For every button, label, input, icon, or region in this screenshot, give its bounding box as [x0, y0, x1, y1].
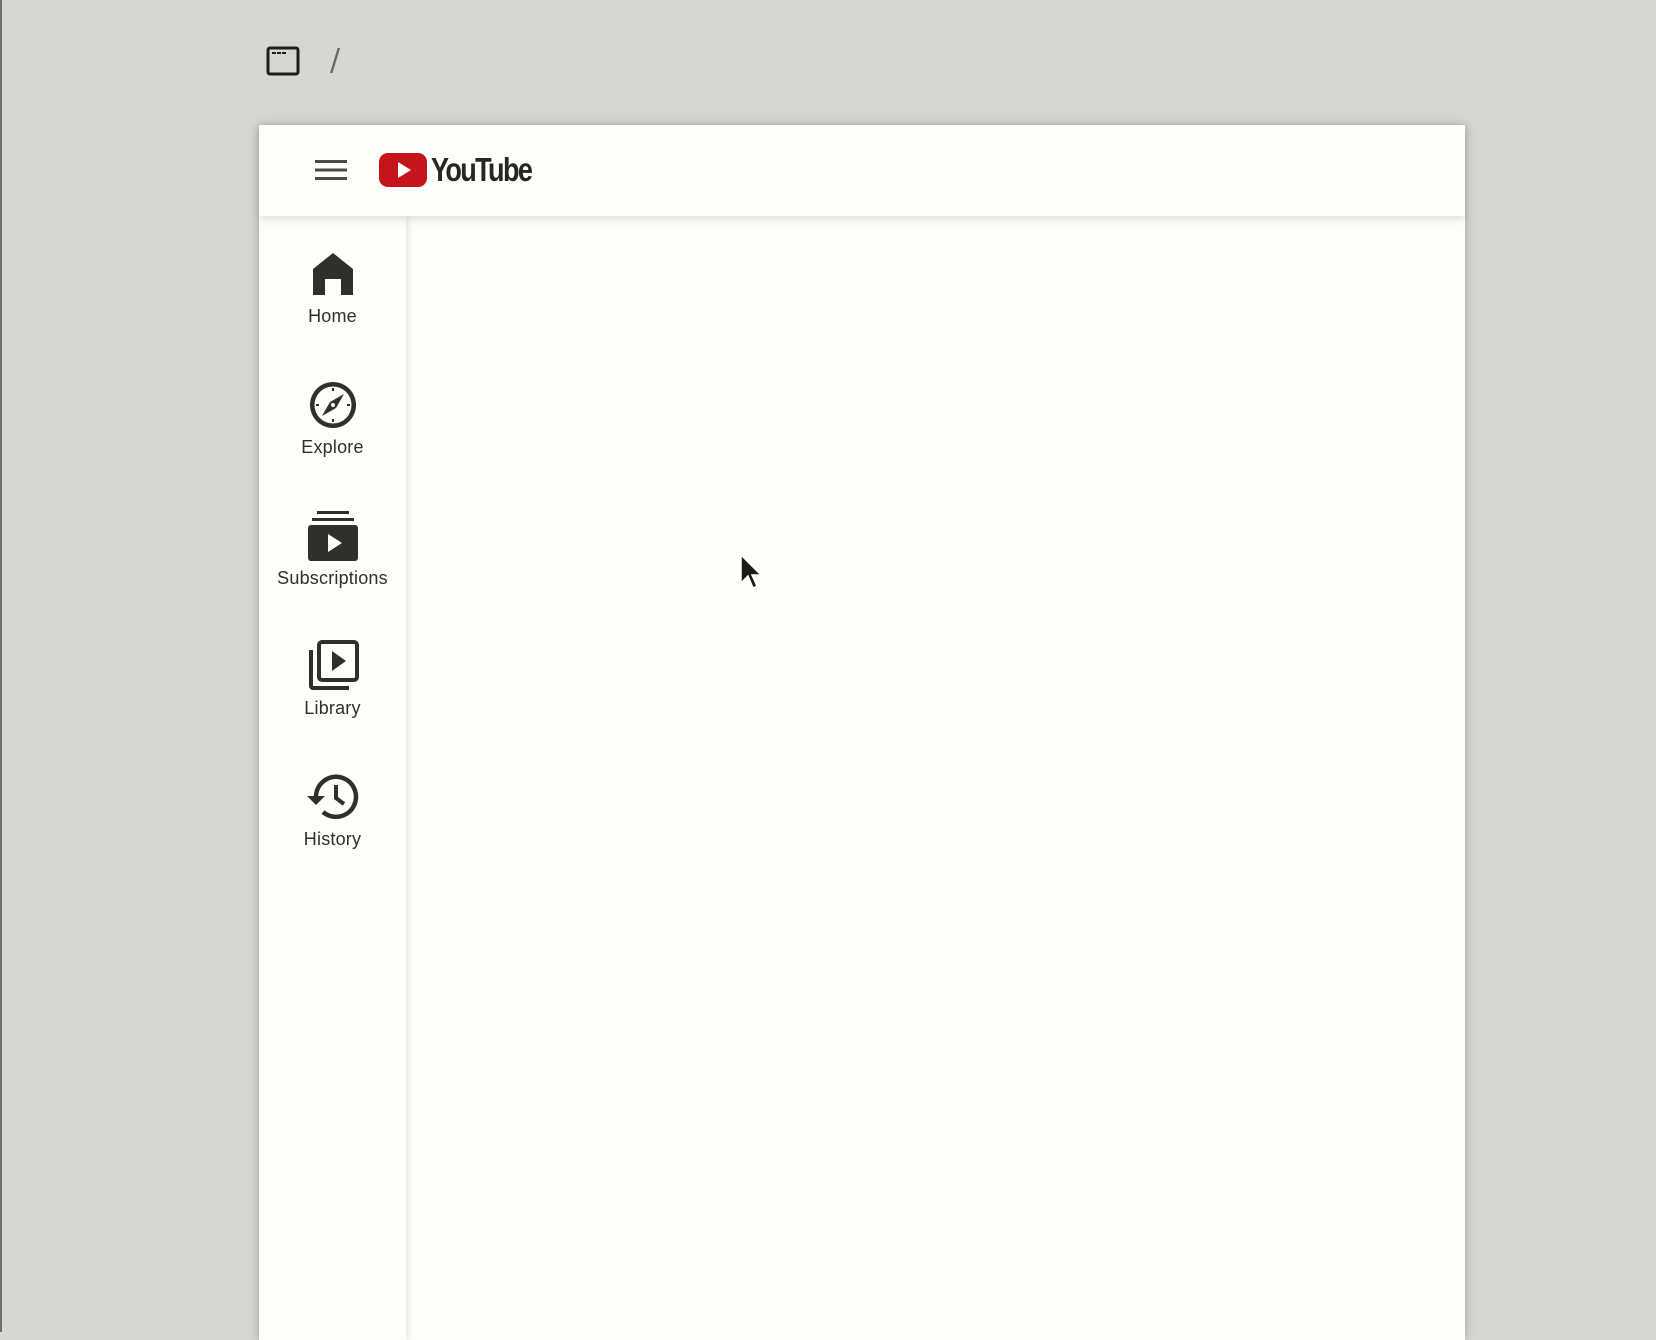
youtube-logo-text: YouTube — [431, 151, 533, 188]
sidebar-item-home[interactable]: Home — [259, 246, 406, 356]
sidebar-item-explore[interactable]: Explore — [259, 377, 406, 487]
subscriptions-icon — [305, 508, 361, 564]
sidebar-item-label: Home — [308, 306, 357, 326]
sidebar-item-label: Subscriptions — [277, 568, 388, 588]
breadcrumb-separator: / — [330, 43, 341, 78]
sidebar-item-history[interactable]: History — [259, 769, 406, 879]
sidebar-item-subscriptions[interactable]: Subscriptions — [259, 508, 406, 618]
library-icon — [305, 638, 361, 694]
home-icon — [305, 246, 361, 302]
top-bar: YouTube — [259, 125, 1465, 216]
window-left-edge — [0, 0, 2, 1332]
window-icon[interactable] — [266, 44, 300, 78]
breadcrumb: / — [266, 44, 340, 78]
youtube-logo[interactable]: YouTube — [379, 152, 553, 188]
main-content-area[interactable] — [406, 216, 1465, 1340]
sidebar-item-label: Library — [304, 698, 361, 718]
sidebar-item-label: History — [303, 829, 362, 849]
mouse-cursor-icon — [739, 553, 763, 591]
hamburger-menu-button[interactable] — [309, 148, 353, 192]
hamburger-menu-icon — [315, 160, 347, 180]
sidebar: Home Explore Subscriptions Library Histo… — [259, 216, 406, 1340]
compass-icon — [305, 377, 361, 433]
sidebar-item-label: Explore — [301, 437, 364, 457]
youtube-app-window: YouTube Home Explore Subscriptions Libra… — [259, 125, 1465, 1340]
youtube-play-logo-icon — [379, 153, 427, 187]
history-icon — [305, 769, 361, 825]
sidebar-item-library[interactable]: Library — [259, 638, 406, 748]
